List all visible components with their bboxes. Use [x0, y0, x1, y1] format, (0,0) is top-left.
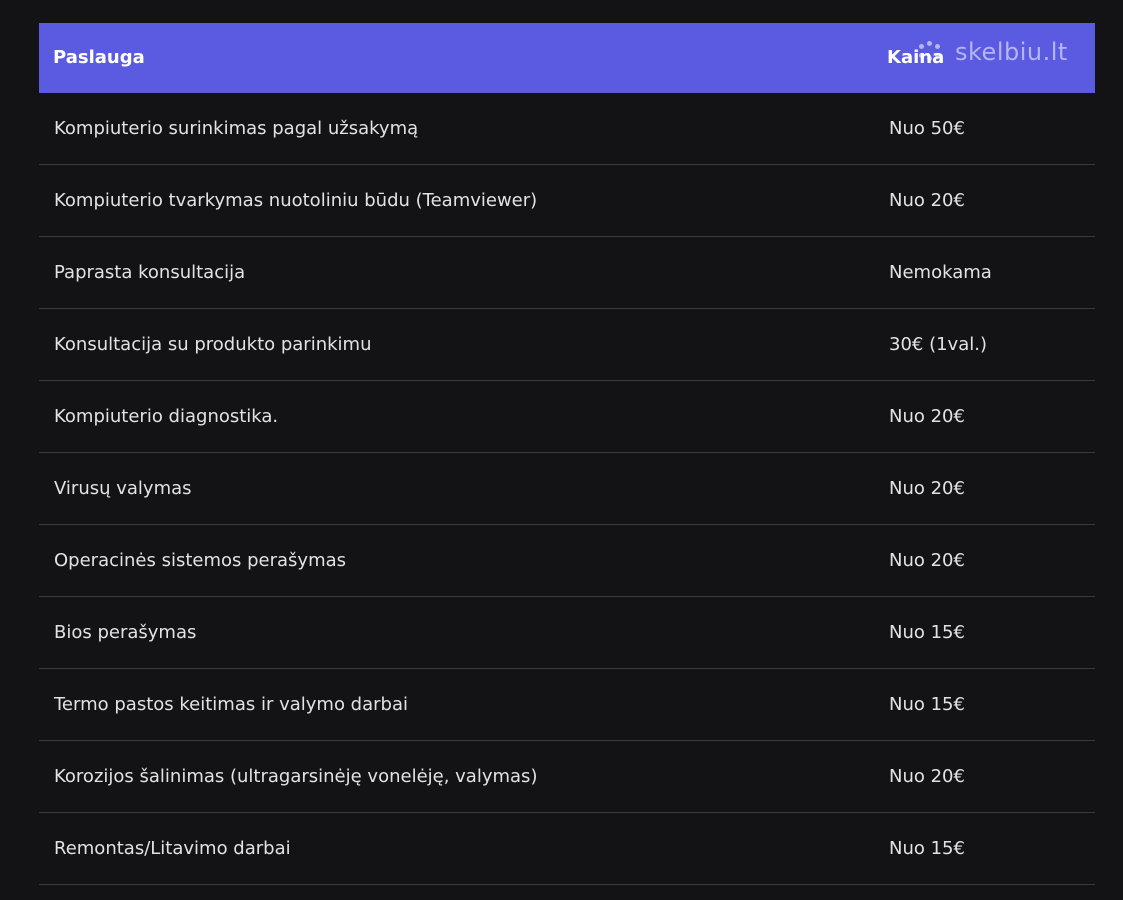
price-cell: Nuo 20€ — [889, 766, 965, 787]
table-row: Virusų valymas Nuo 20€ — [39, 453, 1095, 525]
table-row: Kompiuterio surinkimas pagal užsakymą Nuo… — [39, 93, 1095, 165]
service-cell: Konsultacija su produkto parinkimu — [54, 334, 372, 355]
price-cell: Nuo 20€ — [889, 550, 965, 571]
service-cell: Termo pastos keitimas ir valymo darbai — [54, 694, 408, 715]
price-cell: Nuo 20€ — [889, 190, 965, 211]
price-cell: Nuo 15€ — [889, 622, 965, 643]
price-cell: Nuo 50€ — [889, 118, 965, 139]
price-cell: 30€ (1val.) — [889, 334, 987, 355]
service-cell: Kompiuterio diagnostika. — [54, 406, 279, 427]
table-row: Kompiuterio diagnostika. Nuo 20€ — [39, 381, 1095, 453]
table-header: Paslauga Kaina skelbiu.lt — [39, 23, 1095, 93]
table-row: Operacinės sistemos perašymas Nuo 20€ — [39, 525, 1095, 597]
service-cell: Bios perašymas — [54, 622, 197, 643]
price-cell: Nuo 20€ — [889, 406, 965, 427]
service-cell: Kompiuterio surinkimas pagal užsakymą — [54, 118, 419, 139]
table-row: Remontas/Litavimo darbai Nuo 15€ — [39, 813, 1095, 885]
price-cell: Nuo 20€ — [889, 478, 965, 499]
watermark-dots-icon — [917, 41, 947, 63]
watermark-logo: skelbiu.lt — [917, 35, 1068, 69]
price-cell: Nemokama — [889, 262, 992, 283]
table-row: Bios perašymas Nuo 15€ — [39, 597, 1095, 669]
service-cell: Paprasta konsultacija — [54, 262, 246, 283]
table-row: Korozijos šalinimas (ultragarsinėję vone… — [39, 741, 1095, 813]
service-cell: Operacinės sistemos perašymas — [54, 550, 347, 571]
watermark-text: skelbiu.lt — [955, 38, 1068, 66]
service-cell: Korozijos šalinimas (ultragarsinėję vone… — [54, 766, 538, 787]
table-row: Paprasta konsultacija Nemokama — [39, 237, 1095, 309]
price-cell: Nuo 15€ — [889, 838, 965, 859]
table-row: Konsultacija su produkto parinkimu 30€ (1… — [39, 309, 1095, 381]
table-body: Kompiuterio surinkimas pagal užsakymą Nuo… — [39, 93, 1095, 885]
column-header-service: Paslauga — [53, 47, 145, 68]
price-table: Paslauga Kaina skelbiu.lt Kompiuterio su… — [39, 23, 1095, 885]
price-cell: Nuo 15€ — [889, 694, 965, 715]
table-row: Termo pastos keitimas ir valymo darbai Nu… — [39, 669, 1095, 741]
service-cell: Kompiuterio tvarkymas nuotoliniu būdu (T… — [54, 190, 538, 211]
service-cell: Remontas/Litavimo darbai — [54, 838, 291, 859]
table-row: Kompiuterio tvarkymas nuotoliniu būdu (T… — [39, 165, 1095, 237]
service-cell: Virusų valymas — [54, 478, 192, 499]
